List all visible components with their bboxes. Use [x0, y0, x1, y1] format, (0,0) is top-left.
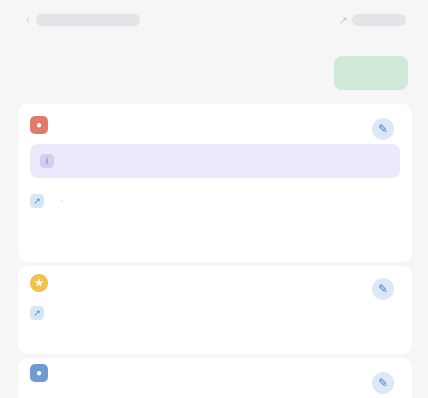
item-card: ● ✎ — [18, 358, 412, 398]
back-chevron-icon[interactable]: ‹ — [26, 14, 30, 26]
top-bar: ‹ ↗ — [0, 0, 428, 40]
item-badge-icon: ● — [30, 364, 48, 382]
notice-banner[interactable]: i — [30, 144, 400, 178]
primary-action-button[interactable] — [334, 56, 408, 90]
top-bar-title — [35, 14, 140, 26]
top-bar-action[interactable] — [352, 14, 406, 26]
link-icon: ↗ — [30, 194, 44, 208]
item-row[interactable]: ★ ✎ — [30, 266, 400, 300]
item-action-button[interactable]: ✎ — [372, 118, 394, 140]
item-action-button[interactable]: ✎ — [372, 372, 394, 394]
item-row[interactable]: ● ✎ — [30, 358, 400, 394]
link-icon: ↗ — [30, 306, 44, 320]
item-badge-icon: ★ — [30, 274, 48, 292]
share-icon[interactable]: ↗ — [339, 14, 348, 27]
top-bar-right[interactable]: ↗ — [339, 14, 406, 27]
page-header — [22, 54, 408, 92]
item-links: ↗ — [30, 306, 400, 320]
item-action-button[interactable]: ✎ — [372, 278, 394, 300]
item-card: ● ✎ i ↗ · — [18, 104, 412, 262]
link-separator: · — [60, 195, 64, 207]
item-badge-icon: ● — [30, 116, 48, 134]
item-row[interactable]: ● ✎ — [30, 104, 400, 140]
item-links: ↗ · — [30, 194, 400, 208]
info-icon: i — [40, 154, 54, 168]
top-bar-left: ‹ — [26, 14, 140, 26]
item-card: ★ ✎ ↗ — [18, 266, 412, 354]
